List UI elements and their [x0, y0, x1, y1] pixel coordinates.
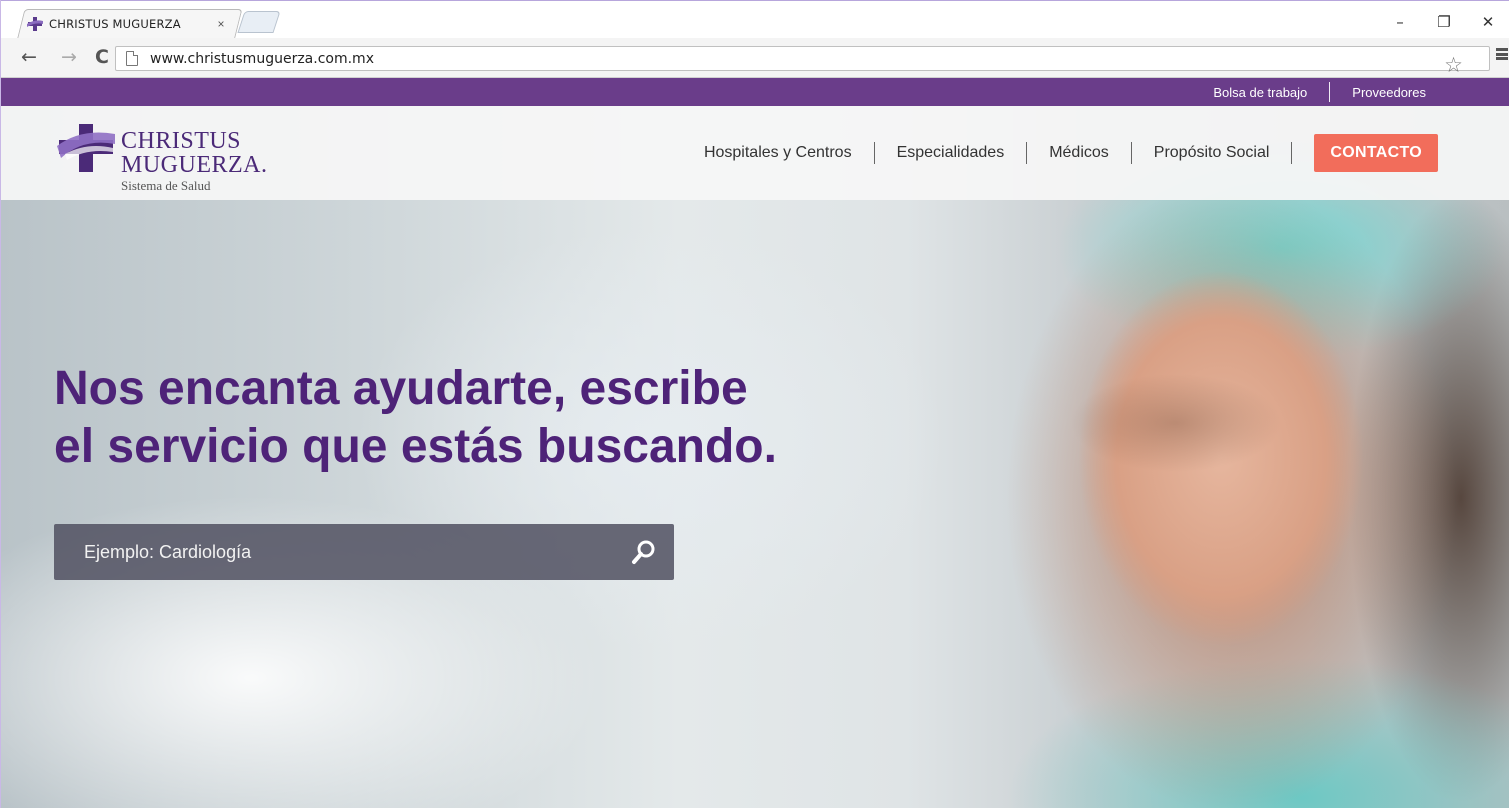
tab-title: CHRISTUS MUGUERZA — [49, 17, 181, 31]
utility-separator — [1329, 82, 1331, 102]
tab-close-icon[interactable]: × — [213, 13, 229, 35]
nav-separator — [1291, 142, 1293, 164]
browser-window: CHRISTUS MUGUERZA × – ❐ ✕ ← → C www.chri… — [0, 0, 1509, 808]
contacto-button[interactable]: CONTACTO — [1314, 134, 1438, 172]
browser-menu-icon[interactable] — [1496, 46, 1508, 62]
back-arrow-icon[interactable]: ← — [21, 46, 37, 68]
christus-cross-logo-icon — [57, 124, 115, 172]
main-navigation: Hospitales y Centros Especialidades Médi… — [682, 134, 1438, 172]
christus-muguerza-logo[interactable]: CHRISTUS MUGUERZA. Sistema de Salud — [57, 124, 287, 194]
search-icon[interactable] — [614, 524, 674, 580]
christus-favicon-icon — [27, 17, 43, 31]
site-header: CHRISTUS MUGUERZA. Sistema de Salud Hosp… — [1, 106, 1509, 200]
tab-strip: CHRISTUS MUGUERZA × – ❐ ✕ — [1, 0, 1509, 39]
minimize-button[interactable]: – — [1378, 13, 1422, 31]
utility-links: Bolsa de trabajo Proveedores — [1191, 78, 1448, 106]
close-window-button[interactable]: ✕ — [1466, 13, 1509, 31]
headline-line2: el servicio que estás buscando. — [54, 420, 777, 473]
logo-line1: CHRISTUS — [121, 128, 242, 154]
headline-line1: Nos encanta ayudarte, escribe — [54, 362, 748, 415]
forward-arrow-icon[interactable]: → — [61, 46, 77, 68]
url-text[interactable]: www.christusmuguerza.com.mx — [150, 51, 374, 67]
logo-tagline: Sistema de Salud — [121, 178, 211, 193]
top-utility-bar: Bolsa de trabajo Proveedores — [1, 78, 1509, 106]
nav-especialidades[interactable]: Especialidades — [875, 144, 1027, 162]
proveedores-link[interactable]: Proveedores — [1330, 85, 1448, 100]
restore-button[interactable]: ❐ — [1422, 13, 1466, 31]
browser-tab-content[interactable]: CHRISTUS MUGUERZA — [27, 13, 239, 35]
logo-line2: MUGUERZA. — [121, 152, 268, 178]
window-controls: – ❐ ✕ — [1378, 7, 1509, 37]
address-bar[interactable]: www.christusmuguerza.com.mx ☆ — [115, 46, 1490, 77]
web-page: Bolsa de trabajo Proveedores CHRISTUS MU… — [1, 78, 1509, 808]
page-icon — [126, 51, 138, 66]
new-tab-button[interactable] — [237, 11, 281, 33]
bookmark-star-icon[interactable]: ☆ — [1444, 53, 1463, 77]
bolsa-de-trabajo-link[interactable]: Bolsa de trabajo — [1191, 85, 1329, 100]
service-search-input[interactable] — [54, 524, 614, 580]
browser-toolbar: ← → C www.christusmuguerza.com.mx ☆ — [1, 38, 1509, 78]
hero-headline: Nos encanta ayudarte, escribe el servici… — [54, 360, 874, 476]
service-search-box — [54, 524, 674, 580]
nav-medicos[interactable]: Médicos — [1027, 144, 1131, 162]
reload-icon[interactable]: C — [95, 46, 109, 68]
nav-hospitales-y-centros[interactable]: Hospitales y Centros — [682, 144, 874, 162]
nav-proposito-social[interactable]: Propósito Social — [1132, 144, 1292, 162]
